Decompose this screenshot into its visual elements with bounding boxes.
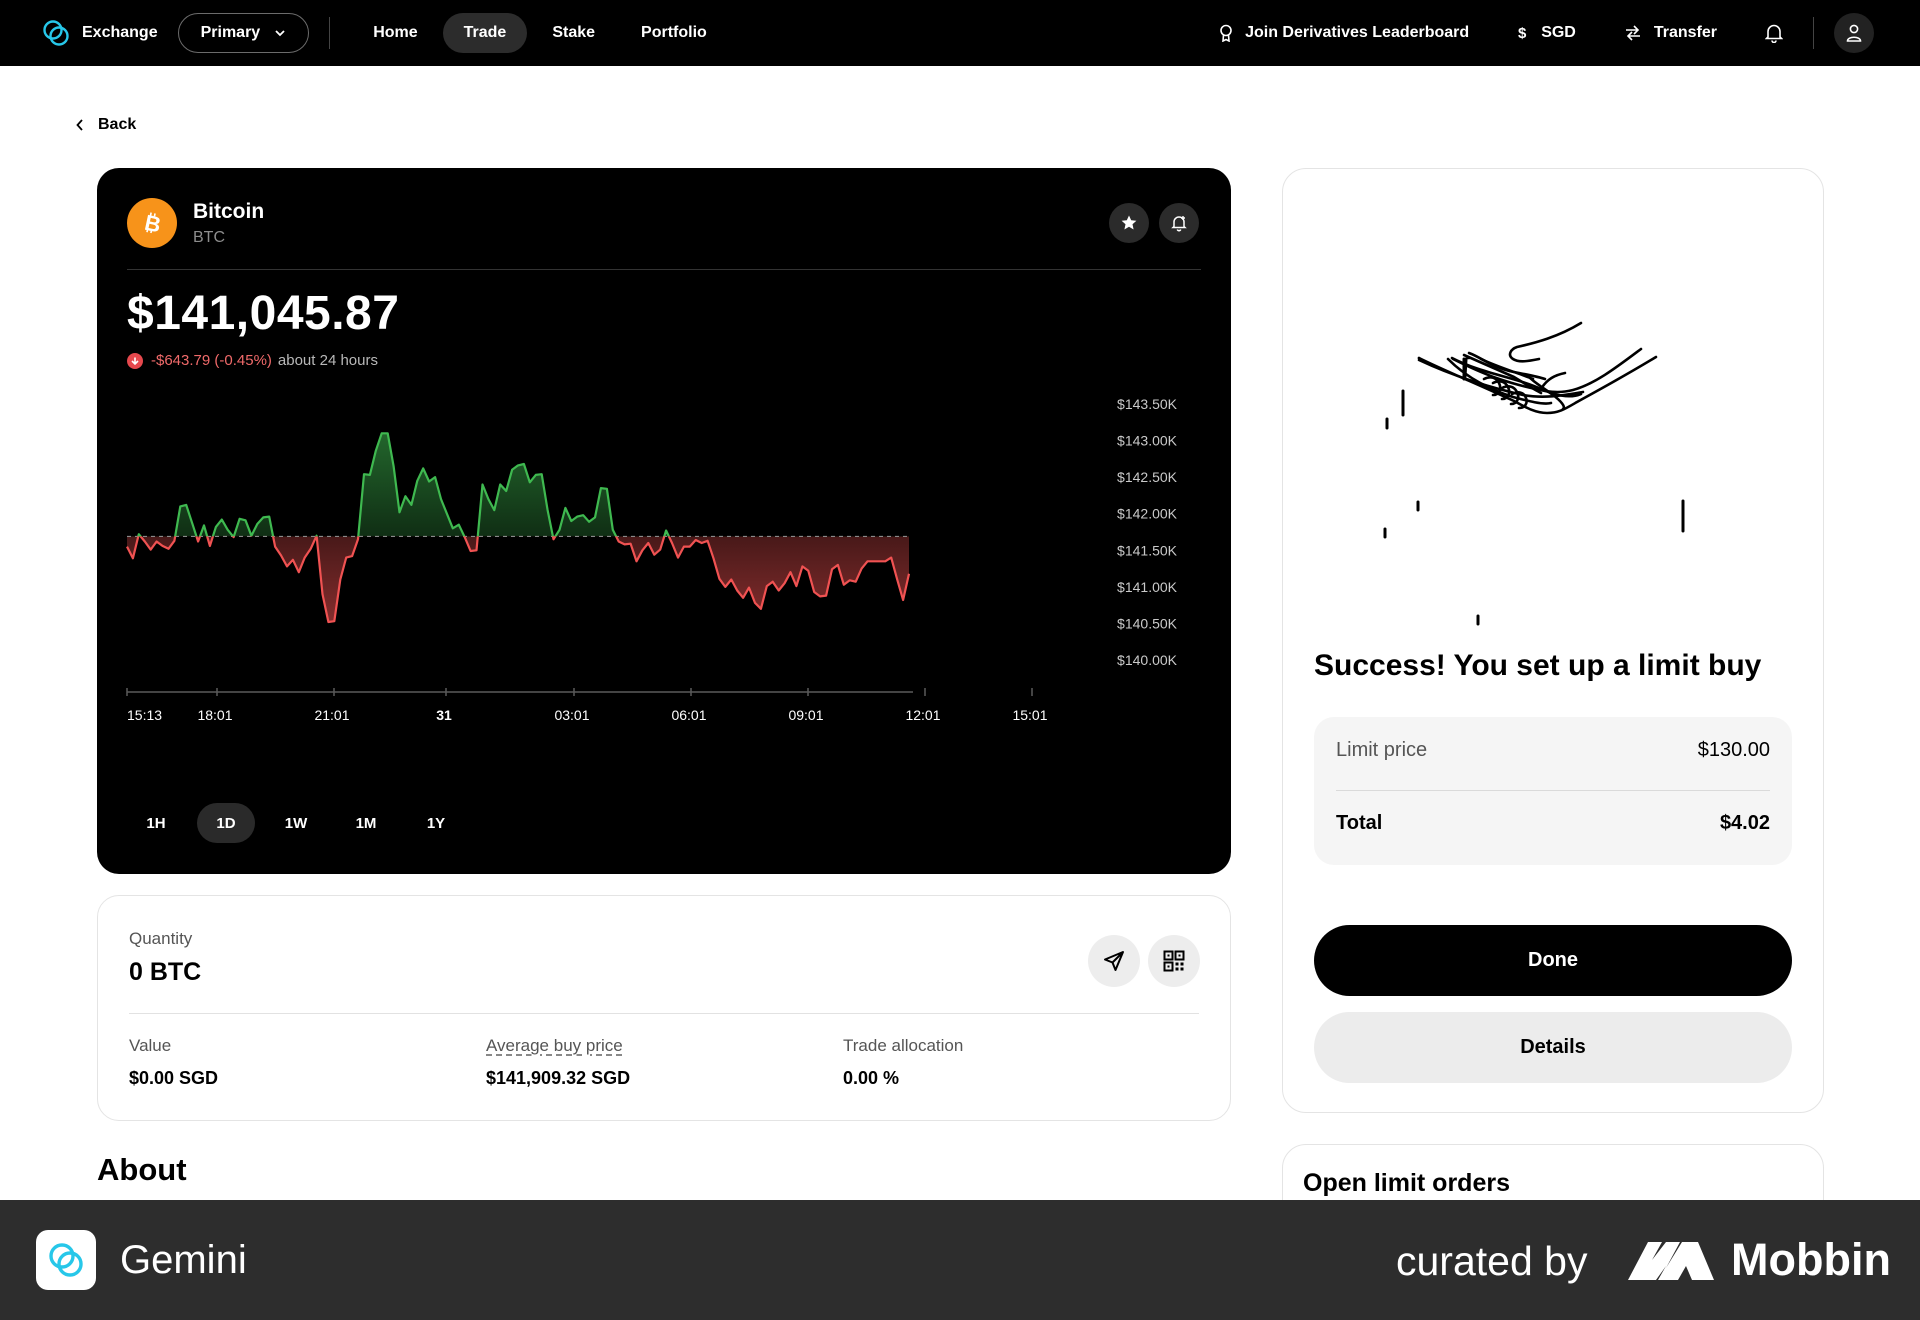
transfer-label: Transfer <box>1653 24 1717 41</box>
done-button[interactable]: Done <box>1314 925 1792 996</box>
open-limit-orders-title: Open limit orders <box>1303 1169 1510 1197</box>
value-amount: $0.00 SGD <box>129 1068 219 1088</box>
currency-label: SGD <box>1541 24 1576 41</box>
average-buy-price-stat: Average buy price $141,909.32 SGD <box>486 1036 630 1089</box>
account-selector[interactable]: Primary <box>177 13 310 53</box>
account-selector-label: Primary <box>200 24 261 41</box>
average-buy-price-value: $141,909.32 SGD <box>486 1068 631 1088</box>
nav-divider <box>329 17 331 49</box>
area-above-reference <box>127 433 909 537</box>
x-tick-label: 03:01 <box>554 707 589 723</box>
total-row: Total $4.02 <box>1336 812 1770 835</box>
back-label: Back <box>98 116 137 133</box>
y-tick-label: $140.50K <box>1117 615 1178 631</box>
range-1m[interactable]: 1M <box>337 803 395 843</box>
price-chart-card: B Bitcoin BTC $141,045.87 -$643.79 (-0.4… <box>97 168 1231 874</box>
limit-price-value: $130.00 <box>1697 739 1770 761</box>
limit-price-row: Limit price $130.00 <box>1336 739 1770 762</box>
send-icon <box>1104 951 1124 971</box>
leaderboard-link[interactable]: Join Derivatives Leaderboard <box>1219 24 1469 42</box>
brand-label: Exchange <box>82 24 158 41</box>
curated-by-label: curated by <box>1396 1238 1588 1284</box>
attribution-footer: Gemini curated by Mobbin <box>0 1200 1920 1320</box>
y-tick-label: $143.50K <box>1117 396 1178 412</box>
limit-price-label: Limit price <box>1336 739 1428 761</box>
y-tick-label: $141.50K <box>1117 542 1178 558</box>
success-title: Success! You set up a limit buy <box>1314 649 1762 682</box>
transfer-arrows-icon <box>1625 25 1640 41</box>
order-summary: Limit price $130.00 Total $4.02 <box>1314 717 1792 865</box>
handshake-illustration <box>1383 321 1685 626</box>
total-label: Total <box>1336 812 1383 834</box>
time-range-selector: 1H 1D 1W 1M 1Y <box>127 803 477 843</box>
price-line-chart[interactable]: $143.50K $143.00K $142.50K $142.00K $141.50K… <box>97 168 1231 808</box>
trade-allocation-label: Trade allocation <box>843 1036 964 1055</box>
brand[interactable]: Exchange <box>42 19 158 47</box>
about-heading: About <box>97 1152 187 1187</box>
nav-link-stake[interactable]: Stake <box>531 13 616 53</box>
qr-code-icon <box>1163 950 1185 972</box>
y-tick-label: $142.00K <box>1117 506 1178 522</box>
nav-link-portfolio[interactable]: Portfolio <box>620 13 728 53</box>
range-1w[interactable]: 1W <box>267 803 325 843</box>
y-tick-label: $140.00K <box>1117 652 1178 668</box>
user-icon <box>1846 24 1862 42</box>
details-button[interactable]: Details <box>1314 1012 1792 1083</box>
average-buy-price-label[interactable]: Average buy price <box>486 1036 630 1056</box>
chevron-left-icon <box>76 119 83 131</box>
profile-avatar[interactable] <box>1834 13 1874 53</box>
x-tick-label: 06:01 <box>671 707 706 723</box>
x-tick-label: 15:13 <box>127 707 162 723</box>
receive-qr-button[interactable] <box>1148 935 1200 987</box>
quantity-label: Quantity <box>129 929 193 948</box>
range-1y[interactable]: 1Y <box>407 803 465 843</box>
holdings-card: Quantity 0 BTC Value $0.00 SGD Average b… <box>97 895 1231 1121</box>
holdings-divider <box>129 1013 1199 1014</box>
chevron-down-icon <box>275 30 285 37</box>
limit-buy-success-card: Success! You set up a limit buy Limit pr… <box>1282 168 1824 1113</box>
back-link[interactable]: Back <box>76 116 136 134</box>
x-tick-label: 31 <box>436 707 452 723</box>
y-tick-label: $141.00K <box>1117 579 1178 595</box>
x-tick-label: 15:01 <box>1012 707 1047 723</box>
nav-links: Home Trade Stake Portfolio <box>352 13 732 53</box>
app-name: Gemini <box>120 1238 247 1282</box>
send-button[interactable] <box>1088 935 1140 987</box>
nav-link-trade[interactable]: Trade <box>442 13 528 53</box>
notifications-bell-icon[interactable] <box>1765 23 1783 43</box>
total-value: $4.02 <box>1719 812 1770 834</box>
mobbin-brand: Mobbin <box>1731 1234 1891 1285</box>
gemini-app-icon <box>36 1230 96 1290</box>
trade-allocation-value: 0.00 % <box>843 1068 900 1088</box>
award-icon <box>1220 24 1232 42</box>
nav-link-home[interactable]: Home <box>352 13 438 53</box>
y-tick-label: $142.50K <box>1117 469 1178 485</box>
dollar-icon: $ <box>1518 25 1527 42</box>
y-tick-label: $143.00K <box>1117 433 1178 449</box>
leaderboard-label: Join Derivatives Leaderboard <box>1245 24 1470 41</box>
nav-divider-right <box>1813 17 1814 49</box>
trade-allocation-stat: Trade allocation 0.00 % <box>843 1036 963 1089</box>
value-stat: Value $0.00 SGD <box>129 1036 218 1089</box>
x-tick-label: 09:01 <box>788 707 823 723</box>
range-1h[interactable]: 1H <box>127 803 185 843</box>
mobbin-logo-icon <box>1628 1242 1714 1280</box>
x-tick-label: 21:01 <box>314 707 349 723</box>
value-label: Value <box>129 1036 172 1055</box>
svg-text:$: $ <box>1518 25 1527 42</box>
x-tick-label: 12:01 <box>905 707 940 723</box>
range-1d[interactable]: 1D <box>197 803 255 843</box>
gemini-logo-icon <box>43 20 69 46</box>
nav-right: Join Derivatives Leaderboard $ SGD Trans… <box>1171 0 1874 66</box>
quantity-value: 0 BTC <box>129 958 202 986</box>
currency-selector[interactable]: $ SGD <box>1517 24 1576 42</box>
top-navigation: Exchange Primary Home Trade Stake Portfo… <box>0 0 1920 66</box>
x-tick-label: 18:01 <box>197 707 232 723</box>
summary-divider <box>1336 790 1770 791</box>
transfer-button[interactable]: Transfer <box>1624 24 1717 42</box>
